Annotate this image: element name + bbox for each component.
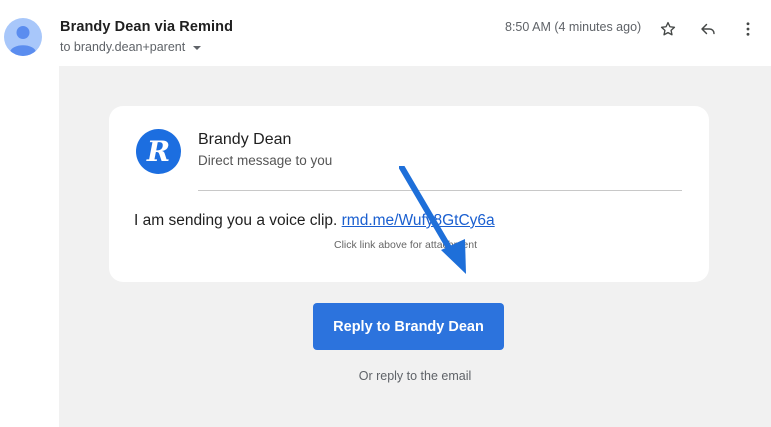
alt-reply-text: Or reply to the email (358, 369, 472, 383)
avatar[interactable] (4, 18, 42, 56)
card-sender-name: Brandy Dean (198, 131, 292, 148)
caret-down-icon[interactable] (193, 46, 202, 50)
attachment-hint: Click link above for attachment (334, 239, 477, 251)
voice-clip-link[interactable]: rmd.me/Wufy8GtCy6a (342, 212, 495, 229)
remind-logo: R (136, 129, 181, 174)
recipient-label: to brandy.dean+parent (60, 40, 186, 54)
card-subtitle: Direct message to you (198, 153, 333, 168)
more-vert-icon[interactable] (737, 18, 759, 40)
message-text: I am sending you a voice clip. rmd.me/Wu… (134, 212, 495, 230)
person-icon (10, 26, 36, 56)
message-card: R Brandy Dean Direct message to you I am… (109, 106, 709, 282)
reply-to-sender-button[interactable]: Reply to Brandy Dean (313, 303, 504, 350)
logo-letter: R (146, 135, 170, 168)
recipient-dropdown[interactable]: to brandy.dean+parent (60, 40, 202, 54)
email-view: Brandy Dean via Remind to brandy.dean+pa… (0, 0, 771, 427)
star-icon[interactable] (657, 18, 679, 40)
sender-name: Brandy Dean via Remind (60, 19, 234, 35)
message-body: I am sending you a voice clip. (134, 212, 342, 229)
timestamp: 8:50 AM (4 minutes ago) (505, 20, 642, 34)
email-body: R Brandy Dean Direct message to you I am… (59, 66, 771, 427)
divider (198, 190, 682, 191)
reply-icon[interactable] (697, 18, 719, 40)
